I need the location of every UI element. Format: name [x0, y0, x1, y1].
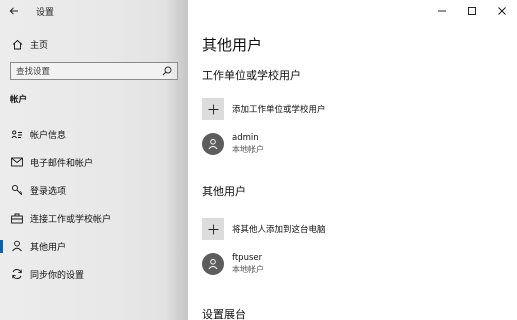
title-bar: 设置 — [0, 0, 188, 22]
add-other-user-label: 将其他人添加到这台电脑 — [232, 225, 326, 235]
sidebar-item-account-info[interactable]: 帐户信息 — [0, 120, 188, 148]
plus-icon — [202, 218, 224, 240]
user-item-ftpuser[interactable]: ftpuser 本地帐户 — [202, 253, 264, 275]
minimize-icon — [438, 10, 446, 12]
briefcase-icon — [10, 211, 24, 225]
sidebar-item-label: 登录选项 — [30, 186, 67, 197]
user-account-type: 本地帐户 — [232, 145, 264, 154]
sidebar-item-sync[interactable]: 同步你的设置 — [0, 260, 188, 288]
other-section-title: 其他用户 — [202, 185, 246, 198]
sidebar-item-label: 帐户信息 — [30, 130, 67, 141]
avatar — [202, 253, 224, 275]
minimize-button[interactable] — [427, 0, 457, 22]
sidebar-item-label: 同步你的设置 — [30, 270, 85, 281]
nav-list: 帐户信息 电子邮件和帐户 登录选项 连接工作或学校帐户 其他用户 同步你的设置 — [0, 120, 188, 288]
user-item-admin[interactable]: admin 本地帐户 — [202, 133, 264, 155]
sidebar-item-email[interactable]: 电子邮件和帐户 — [0, 148, 188, 176]
user-text: admin 本地帐户 — [232, 133, 264, 155]
nav-home[interactable]: 主页 — [0, 34, 188, 54]
add-work-user-button[interactable]: 添加工作单位或学校用户 — [202, 98, 326, 120]
home-icon — [10, 37, 24, 51]
sidebar-item-other-users[interactable]: 其他用户 — [0, 232, 188, 260]
user-account-type: 本地帐户 — [232, 265, 264, 274]
window-controls — [427, 0, 517, 22]
sidebar-item-label: 电子邮件和帐户 — [30, 158, 94, 169]
sidebar: 设置 主页 查找设置 帐户 帐户信息 电子邮件和帐户 登录选项 连接工作或学校帐… — [0, 0, 188, 320]
home-label: 主页 — [30, 40, 49, 51]
settings-window: 设置 主页 查找设置 帐户 帐户信息 电子邮件和帐户 登录选项 连接工作或学校帐… — [0, 0, 517, 320]
add-other-user-button[interactable]: 将其他人添加到这台电脑 — [202, 218, 326, 240]
sidebar-item-work-school[interactable]: 连接工作或学校帐户 — [0, 204, 188, 232]
sidebar-item-label: 其他用户 — [30, 242, 67, 253]
add-work-user-label: 添加工作单位或学校用户 — [232, 105, 326, 115]
user-text: ftpuser 本地帐户 — [232, 253, 264, 275]
main-content: 其他用户 工作单位或学校用户 添加工作单位或学校用户 admin 本地帐户 其他… — [188, 0, 517, 320]
plus-icon — [202, 98, 224, 120]
person-card-icon — [10, 127, 24, 141]
person-icon — [208, 139, 218, 150]
search-input[interactable]: 查找设置 — [10, 62, 178, 80]
mail-icon — [10, 155, 24, 169]
user-name: admin — [232, 133, 259, 143]
key-icon — [10, 183, 24, 197]
back-button[interactable] — [0, 0, 28, 22]
sync-icon — [10, 267, 24, 281]
user-name: ftpuser — [232, 253, 263, 263]
section-heading: 帐户 — [10, 95, 28, 105]
app-title: 设置 — [36, 7, 55, 18]
page-title: 其他用户 — [202, 36, 263, 54]
maximize-icon — [468, 7, 476, 15]
person-icon — [10, 239, 24, 253]
work-section-title: 工作单位或学校用户 — [202, 69, 301, 82]
person-icon — [208, 259, 218, 270]
sidebar-item-sign-in[interactable]: 登录选项 — [0, 176, 188, 204]
close-button[interactable] — [487, 0, 517, 22]
sidebar-item-label: 连接工作或学校帐户 — [30, 214, 112, 225]
avatar — [202, 133, 224, 155]
search-placeholder: 查找设置 — [16, 67, 51, 77]
close-icon — [498, 7, 506, 15]
search-icon[interactable] — [162, 66, 172, 76]
kiosk-section-title: 设置展台 — [202, 308, 246, 320]
maximize-button[interactable] — [457, 0, 487, 22]
back-arrow-icon — [9, 7, 18, 15]
